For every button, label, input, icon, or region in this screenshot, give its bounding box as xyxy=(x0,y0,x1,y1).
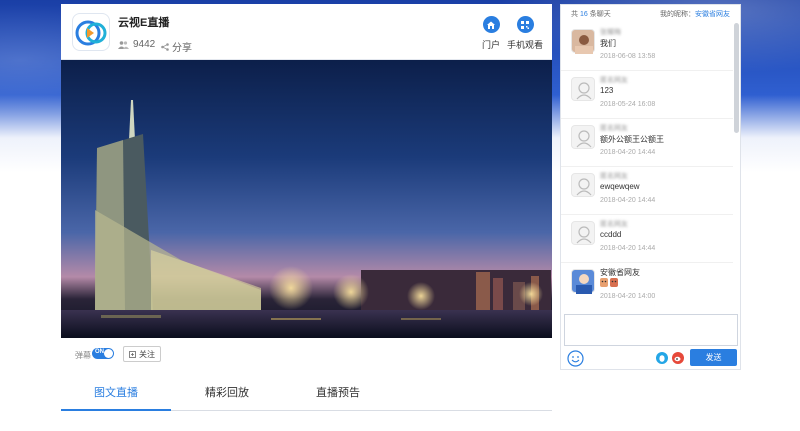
message-time: 2018-04-20 14:44 xyxy=(600,197,656,204)
users-icon xyxy=(118,40,129,49)
message-time: 2018-04-20 14:44 xyxy=(600,245,656,252)
live-video-player[interactable] xyxy=(61,60,552,338)
viewer-count: 9442 xyxy=(118,39,155,50)
message-text: 123 xyxy=(600,86,614,95)
chat-panel: 共 16 条聊天 我的昵称：安徽省网友 张耀梅 我们 2018-06-08 13… xyxy=(560,4,741,370)
home-icon xyxy=(482,16,500,33)
message-time: 2018-04-20 14:00 xyxy=(600,293,656,300)
portal-button[interactable]: 门户 xyxy=(482,16,500,51)
chat-message: 匿名网友 额外公额王公额王 2018-04-20 14:44 xyxy=(561,119,733,167)
default-avatar-icon xyxy=(571,221,595,245)
nickname-prefix: 我的昵称： xyxy=(660,11,695,18)
message-text: 额外公额王公额王 xyxy=(600,135,664,144)
follow-button[interactable]: 关注 xyxy=(123,346,161,362)
default-avatar-icon xyxy=(571,125,595,149)
chat-header: 共 16 条聊天 我的昵称：安徽省网友 xyxy=(561,5,740,21)
follow-icon xyxy=(129,350,136,358)
message-author: 匿名网友 xyxy=(600,77,628,84)
chat-message: 匿名网友 ewqewqew 2018-04-20 14:44 xyxy=(561,167,733,215)
chat-input[interactable] xyxy=(564,314,738,346)
message-time: 2018-04-20 14:44 xyxy=(600,149,656,156)
message-author: 匿名网友 xyxy=(600,221,628,228)
viewer-count-value: 9442 xyxy=(133,39,156,50)
portal-label: 门户 xyxy=(482,40,501,50)
follow-label: 关注 xyxy=(139,349,155,359)
toggle-state: ON xyxy=(95,349,104,355)
chat-count-suffix: 条聊天 xyxy=(589,11,611,18)
chat-count-value: 16 xyxy=(579,11,588,18)
share-icon xyxy=(161,42,169,51)
smiley-icon[interactable] xyxy=(567,350,584,370)
mobile-watch-label: 手机观看 xyxy=(507,40,544,50)
default-avatar-icon xyxy=(571,77,595,101)
weibo-icon[interactable] xyxy=(672,352,684,367)
channel-title: 云视E直播 xyxy=(118,17,170,29)
message-author: 匿名网友 xyxy=(600,173,628,180)
message-time: 2018-06-08 13:58 xyxy=(600,53,656,60)
chat-message-list: 张耀梅 我们 2018-06-08 13:58 匿名网友 123 2018-05… xyxy=(561,23,733,313)
send-button[interactable]: 发送 xyxy=(690,349,737,366)
channel-logo xyxy=(72,13,110,51)
my-nickname: 我的昵称：安徽省网友 xyxy=(660,9,730,19)
tab-label: 精彩回放 xyxy=(205,387,249,399)
channel-header: 云视E直播 9442 分享 门户 手机观看 xyxy=(61,4,552,60)
player-controls: 弹幕 ON 关注 xyxy=(61,346,552,364)
default-avatar-icon xyxy=(571,173,595,197)
danmu-toggle[interactable]: ON xyxy=(92,348,114,359)
message-text: ccddd xyxy=(600,230,622,239)
tab-preview[interactable]: 直播预告 xyxy=(283,384,393,411)
chat-message: 张耀梅 我们 2018-06-08 13:58 xyxy=(561,23,733,71)
danmu-label: 弹幕 xyxy=(75,351,91,360)
message-author: 匿名网友 xyxy=(600,125,628,132)
tab-label: 直播预告 xyxy=(316,387,360,399)
message-author: 张耀梅 xyxy=(600,29,621,36)
message-text: 我们 xyxy=(600,39,616,48)
toggle-knob xyxy=(104,349,113,358)
chat-message: 匿名网友 123 2018-05-24 16:08 xyxy=(561,71,733,119)
mobile-watch-button[interactable]: 手机观看 xyxy=(507,16,543,51)
share-label: 分享 xyxy=(172,43,192,54)
message-time: 2018-05-24 16:08 xyxy=(600,101,656,108)
avatar xyxy=(571,29,595,54)
qq-icon[interactable] xyxy=(656,352,668,367)
chat-count-prefix: 共 xyxy=(571,11,578,18)
chat-message: 匿名网友 ccddd 2018-04-20 14:44 xyxy=(561,215,733,263)
chat-count: 共 16 条聊天 xyxy=(571,9,611,19)
tab-replay[interactable]: 精彩回放 xyxy=(172,384,282,411)
message-text: ewqewqew xyxy=(600,182,640,191)
city-night-scene xyxy=(61,100,552,338)
tab-graphic-live[interactable]: 图文直播 xyxy=(61,384,171,411)
share-button[interactable]: 分享 xyxy=(161,39,192,54)
qrcode-icon xyxy=(516,16,534,33)
nickname-value[interactable]: 安徽省网友 xyxy=(695,11,730,18)
chat-scrollbar[interactable] xyxy=(734,23,739,133)
content-tabs: 图文直播 精彩回放 直播预告 xyxy=(61,377,552,411)
tab-label: 图文直播 xyxy=(94,387,138,399)
sticker-emoji-icon xyxy=(600,278,618,287)
avatar xyxy=(571,269,595,294)
chat-message: 安徽省网友 2018-04-20 14:00 xyxy=(561,263,733,311)
